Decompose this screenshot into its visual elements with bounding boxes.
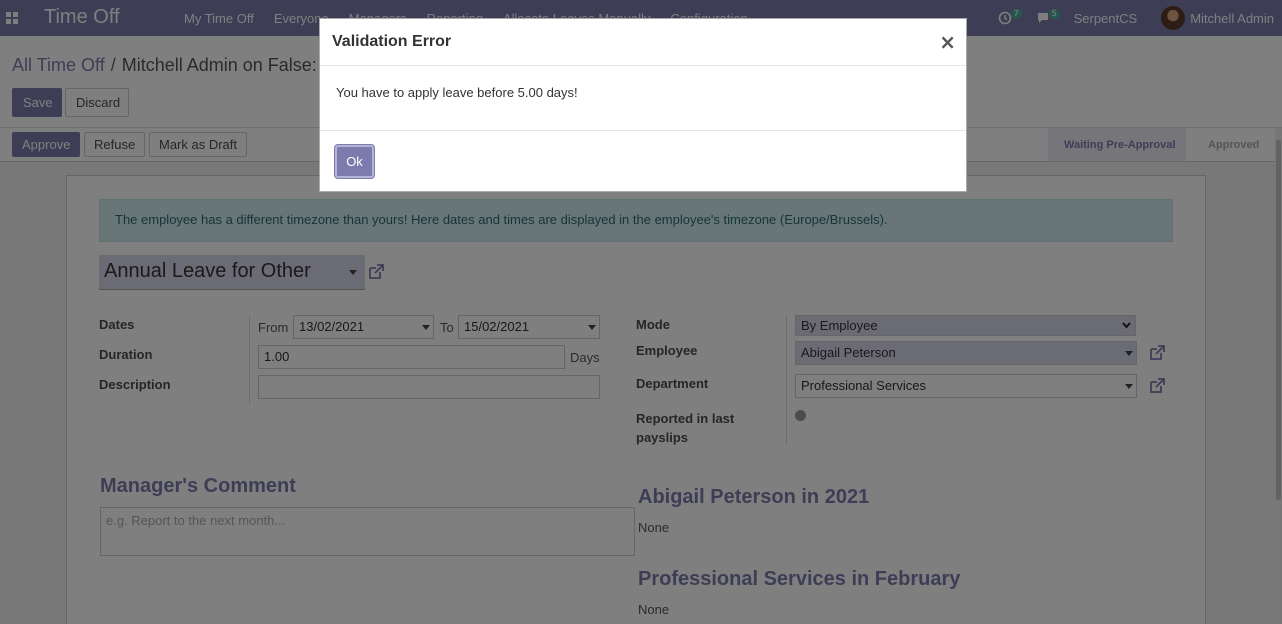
- dialog-title: Validation Error: [332, 33, 452, 50]
- dialog-message: You have to apply leave before 5.00 days…: [336, 85, 578, 100]
- validation-error-dialog: Validation Error × You have to apply lea…: [319, 18, 967, 192]
- dialog-footer: Ok: [320, 130, 966, 192]
- ok-button[interactable]: Ok: [335, 145, 374, 178]
- close-icon[interactable]: ×: [939, 30, 956, 54]
- dialog-header: Validation Error ×: [320, 19, 966, 66]
